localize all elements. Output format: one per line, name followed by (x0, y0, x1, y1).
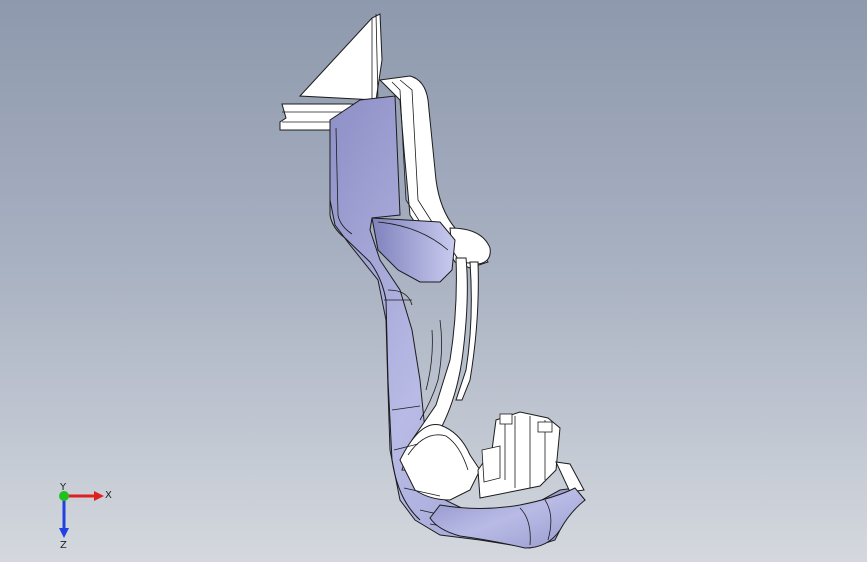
orientation-triad: X Y Z (59, 482, 112, 550)
graphics-viewport[interactable]: X Y Z (0, 0, 867, 562)
x-axis-label: X (105, 490, 112, 501)
z-axis-label: Z (60, 540, 67, 550)
clip-bracket (477, 411, 585, 499)
top-fin (298, 13, 383, 101)
cad-part-model[interactable] (0, 0, 867, 562)
y-axis-label: Y (59, 482, 67, 493)
